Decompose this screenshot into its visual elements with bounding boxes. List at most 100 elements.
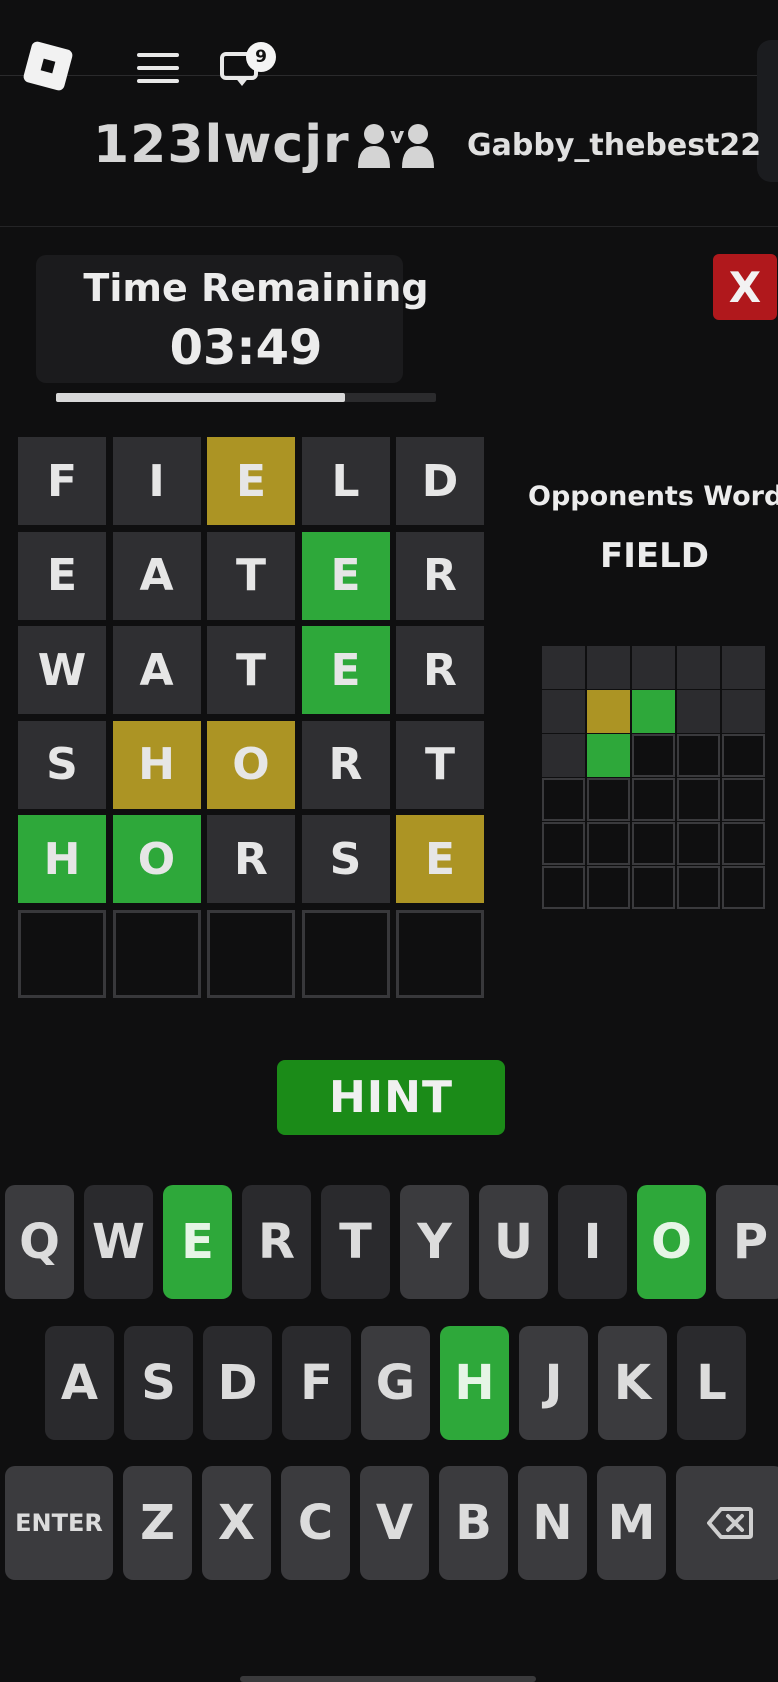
opponent-tile-r1-c2 bbox=[587, 646, 630, 689]
board-tile-r6-c3 bbox=[207, 909, 295, 998]
opponent-tile-r6-c5 bbox=[722, 866, 765, 909]
opponent-tile-r4-c1 bbox=[542, 778, 585, 821]
board-tile-r5-c5: E bbox=[396, 815, 484, 903]
opponent-tile-r2-c1 bbox=[542, 690, 585, 733]
opponent-tile-r2-c5 bbox=[722, 690, 765, 733]
opponent-tile-r3-c1 bbox=[542, 734, 585, 777]
opponent-tile-r2-c3 bbox=[632, 690, 675, 733]
backspace-key[interactable] bbox=[676, 1466, 778, 1580]
opponent-tile-r3-c4 bbox=[677, 734, 720, 777]
timer-value: 03:49 bbox=[169, 320, 323, 376]
opponent-word-label: Opponents Word: bbox=[528, 481, 778, 512]
opponent-tile-r5-c2 bbox=[587, 822, 630, 865]
timer-progress-fill bbox=[56, 393, 345, 402]
key-u[interactable]: U bbox=[479, 1185, 548, 1299]
timer-progress-bar bbox=[56, 393, 436, 402]
opponent-tile-r1-c4 bbox=[677, 646, 720, 689]
key-s[interactable]: S bbox=[124, 1326, 193, 1440]
board-tile-r5-c4: S bbox=[301, 815, 390, 903]
opponent-tile-r5-c1 bbox=[542, 822, 585, 865]
key-k[interactable]: K bbox=[598, 1326, 667, 1440]
board-tile-r1-c2: I bbox=[112, 437, 201, 525]
key-p[interactable]: P bbox=[716, 1185, 778, 1299]
board-tile-r6-c2 bbox=[112, 909, 201, 998]
backspace-icon bbox=[707, 1507, 753, 1539]
opponent-tile-r6-c2 bbox=[587, 866, 630, 909]
key-r[interactable]: R bbox=[242, 1185, 311, 1299]
key-e[interactable]: E bbox=[163, 1185, 232, 1299]
opponent-tile-r1-c1 bbox=[542, 646, 585, 689]
board-tile-r2-c4: E bbox=[301, 531, 390, 620]
opponent-tile-r6-c1 bbox=[542, 866, 585, 909]
board-tile-r1-c4: L bbox=[301, 437, 390, 525]
key-enter[interactable]: ENTER bbox=[5, 1466, 113, 1580]
opponent-tile-r3-c3 bbox=[632, 734, 675, 777]
opponent-tile-r1-c3 bbox=[632, 646, 675, 689]
opponent-tile-r4-c2 bbox=[587, 778, 630, 821]
key-z[interactable]: Z bbox=[123, 1466, 192, 1580]
top-divider bbox=[0, 75, 770, 76]
key-h[interactable]: H bbox=[440, 1326, 509, 1440]
opponent-tile-r6-c3 bbox=[632, 866, 675, 909]
opponent-tile-r4-c4 bbox=[677, 778, 720, 821]
board-tile-r6-c5 bbox=[396, 909, 484, 998]
opponent-tile-r1-c5 bbox=[722, 646, 765, 689]
board-tile-r6-c1 bbox=[18, 909, 106, 998]
key-x[interactable]: X bbox=[202, 1466, 271, 1580]
board-tile-r3-c5: R bbox=[396, 626, 484, 714]
key-c[interactable]: C bbox=[281, 1466, 350, 1580]
board-tile-r3-c2: A bbox=[112, 626, 201, 714]
board-tile-r6-c4 bbox=[301, 909, 390, 998]
opponent-tile-r3-c5 bbox=[722, 734, 765, 777]
key-t[interactable]: T bbox=[321, 1185, 390, 1299]
menu-icon[interactable] bbox=[137, 53, 179, 83]
opponent-tile-r5-c5 bbox=[722, 822, 765, 865]
board-tile-r3-c1: W bbox=[18, 626, 106, 714]
board-tile-r2-c3: T bbox=[207, 531, 295, 620]
opponent-tile-r5-c4 bbox=[677, 822, 720, 865]
player-name: 123lwcjr bbox=[93, 115, 350, 175]
board-tile-r4-c5: T bbox=[396, 720, 484, 809]
board-tile-r1-c1: F bbox=[18, 437, 106, 525]
board-tile-r4-c1: S bbox=[18, 720, 106, 809]
key-j[interactable]: J bbox=[519, 1326, 588, 1440]
board-tile-r2-c2: A bbox=[112, 531, 201, 620]
notification-badge: 9 bbox=[246, 42, 276, 72]
board-tile-r4-c4: R bbox=[301, 720, 390, 809]
key-g[interactable]: G bbox=[361, 1326, 430, 1440]
key-o[interactable]: O bbox=[637, 1185, 706, 1299]
key-a[interactable]: A bbox=[45, 1326, 114, 1440]
key-m[interactable]: M bbox=[597, 1466, 666, 1580]
key-f[interactable]: F bbox=[282, 1326, 351, 1440]
key-b[interactable]: B bbox=[439, 1466, 508, 1580]
timer-label: Time Remaining bbox=[83, 266, 429, 310]
home-indicator bbox=[240, 1676, 536, 1682]
board-tile-r5-c3: R bbox=[207, 815, 295, 903]
board-tile-r1-c3: E bbox=[207, 437, 295, 525]
hint-button[interactable]: HINT bbox=[277, 1060, 505, 1135]
key-y[interactable]: Y bbox=[400, 1185, 469, 1299]
key-d[interactable]: D bbox=[203, 1326, 272, 1440]
opponent-name: Gabby_thebest22 bbox=[467, 128, 762, 163]
opponent-word: FIELD bbox=[600, 536, 709, 576]
board-tile-r3-c4: E bbox=[301, 626, 390, 714]
key-q[interactable]: Q bbox=[5, 1185, 74, 1299]
versus-letter: v bbox=[390, 124, 405, 149]
opponent-tile-r6-c4 bbox=[677, 866, 720, 909]
versus-icon: v bbox=[356, 122, 436, 172]
key-v[interactable]: V bbox=[360, 1466, 429, 1580]
board-tile-r4-c3: O bbox=[207, 720, 295, 809]
close-button[interactable]: X bbox=[713, 254, 777, 320]
opponent-tile-r4-c5 bbox=[722, 778, 765, 821]
board-tile-r2-c5: R bbox=[396, 531, 484, 620]
key-i[interactable]: I bbox=[558, 1185, 627, 1299]
key-l[interactable]: L bbox=[677, 1326, 746, 1440]
board-tile-r5-c2: O bbox=[112, 815, 201, 903]
board-tile-r5-c1: H bbox=[18, 815, 106, 903]
header-divider bbox=[0, 226, 778, 227]
board-tile-r3-c3: T bbox=[207, 626, 295, 714]
opponent-tile-r3-c2 bbox=[587, 734, 630, 777]
key-n[interactable]: N bbox=[518, 1466, 587, 1580]
roblox-logo-icon[interactable] bbox=[22, 40, 74, 92]
key-w[interactable]: W bbox=[84, 1185, 153, 1299]
